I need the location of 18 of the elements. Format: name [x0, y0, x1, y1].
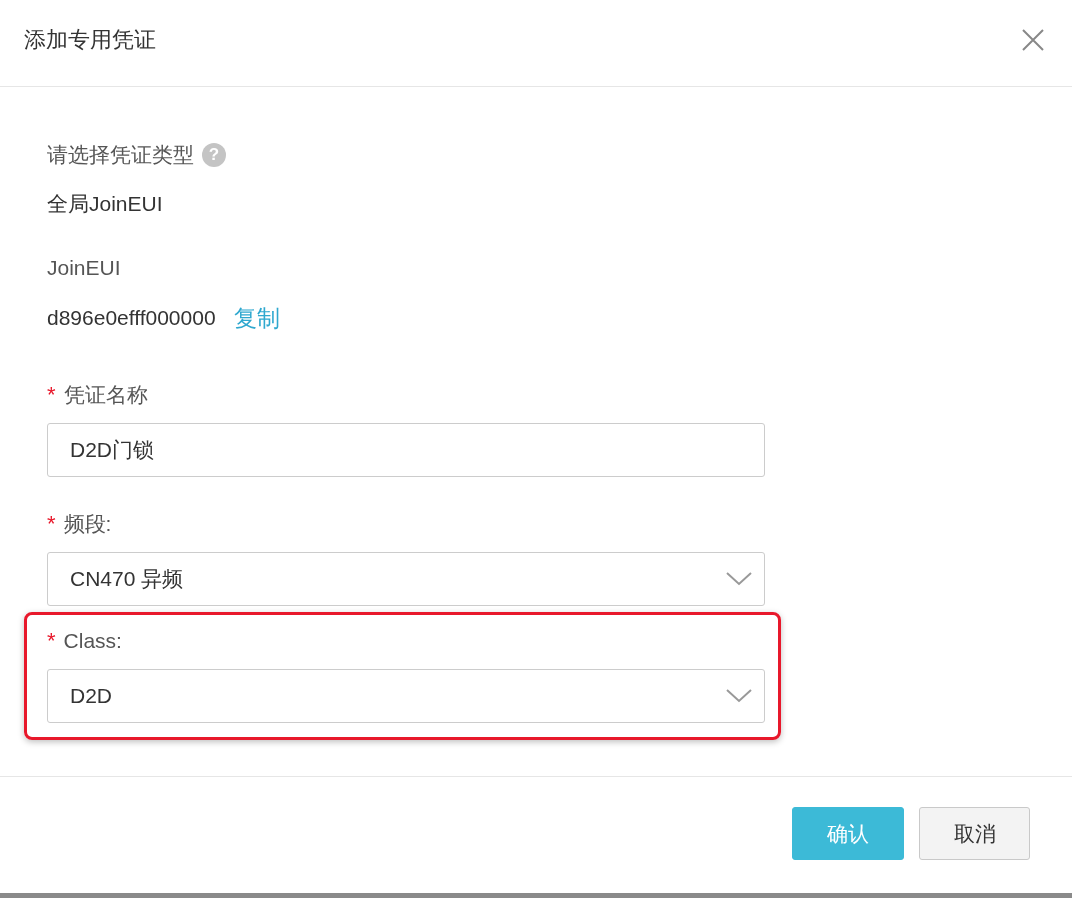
field-label: 凭证名称 [63, 382, 148, 408]
field-label: 频段: [63, 511, 112, 537]
select-dropdown[interactable]: CN470 异频 [47, 552, 765, 606]
required-mark: * [47, 381, 56, 409]
chevron-down-icon [726, 689, 752, 703]
name-input-field[interactable]: D2D门锁 [47, 423, 765, 477]
chevron-down-icon [726, 572, 752, 586]
field-label: JoinEUI [47, 255, 121, 281]
field-label: 请选择凭证类型 [47, 142, 194, 168]
field-value: d896e0efff000000 [47, 305, 216, 331]
select-dropdown[interactable]: D2D [47, 669, 765, 723]
dialog-title: 添加专用凭证 [24, 26, 156, 54]
field-value: 全局JoinEUI [47, 191, 163, 217]
field-label: Class: [63, 628, 122, 654]
cancel-button[interactable]: 取消 [919, 807, 1030, 860]
required-mark: * [47, 627, 56, 655]
close-icon[interactable] [1022, 29, 1044, 51]
required-mark: * [47, 510, 56, 538]
